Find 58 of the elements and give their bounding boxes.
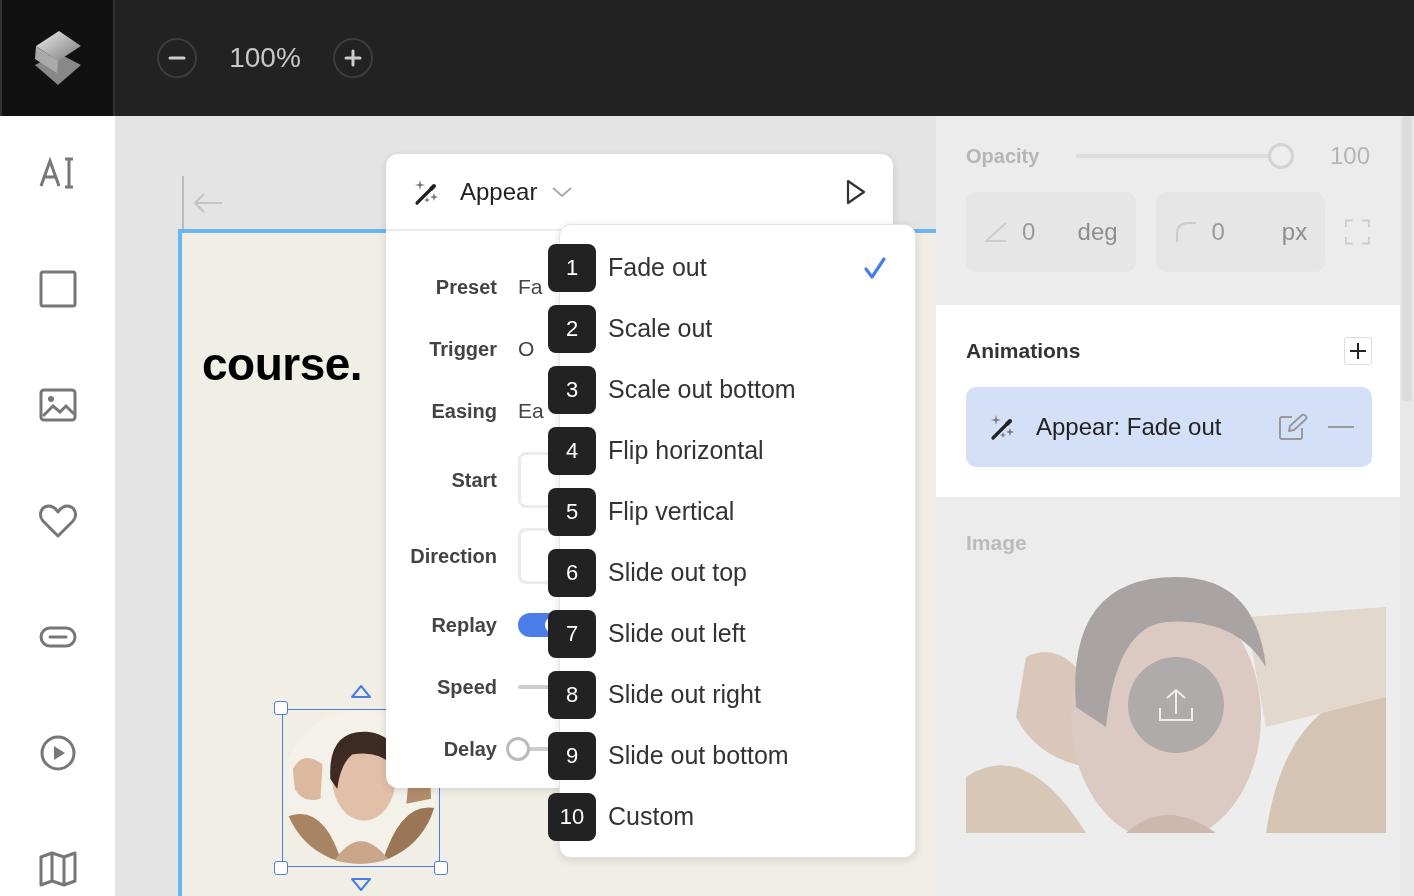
shortcut-number: 5 <box>548 487 596 536</box>
zoom-out-button[interactable] <box>157 38 197 78</box>
shortcut-number: 4 <box>548 426 596 475</box>
field-label: Speed <box>435 675 497 699</box>
field-label: Direction <box>409 544 497 568</box>
shortcut-number: 9 <box>548 731 596 780</box>
menu-item[interactable]: 1 Fade out <box>542 237 915 298</box>
check-icon <box>863 255 887 280</box>
select-value[interactable]: O <box>518 337 535 360</box>
menu-item[interactable]: 2 Scale out <box>542 298 915 359</box>
chevron-down-icon <box>551 185 574 198</box>
field-label: Easing <box>430 399 497 423</box>
angle-icon <box>984 220 1008 244</box>
shortcut-number: 1 <box>548 243 596 292</box>
menu-item[interactable]: 8 Slide out right <box>542 664 915 725</box>
resize-handle[interactable] <box>274 861 288 875</box>
shortcut-number: 2 <box>548 304 596 353</box>
shortcut-number: 8 <box>548 670 596 719</box>
heading: course. <box>202 337 363 391</box>
arrow-left-icon <box>182 176 224 232</box>
minus-icon <box>168 56 186 60</box>
menu-item[interactable]: 7 Slide out left <box>542 603 915 664</box>
animation-label: Appear: Fade out <box>1036 413 1223 441</box>
plus-icon <box>1349 342 1367 360</box>
menu-item[interactable]: 10 Custom <box>542 786 915 847</box>
shortcut-number: 6 <box>548 548 596 597</box>
logo-icon[interactable] <box>32 29 83 87</box>
corner-radius-icon <box>1173 220 1198 244</box>
upload-icon <box>1158 688 1194 722</box>
select-value[interactable]: Fa <box>518 275 543 298</box>
shortcut-number: 10 <box>548 792 596 841</box>
shortcut-number: 7 <box>548 609 596 658</box>
section-title: Animations <box>966 339 1081 363</box>
resize-handle[interactable] <box>434 861 448 875</box>
resize-handle[interactable] <box>274 701 288 715</box>
field-label: Delay <box>442 737 497 761</box>
field-label: Start <box>450 468 497 492</box>
map-icon[interactable] <box>37 849 78 889</box>
select-value[interactable]: Ea <box>518 399 544 422</box>
field-label: Preset <box>434 275 497 299</box>
triangle-down-icon[interactable] <box>350 877 372 893</box>
shortcut-number: 3 <box>548 365 596 414</box>
field-label: Replay <box>430 613 497 637</box>
menu-item[interactable]: 9 Slide out bottom <box>542 725 915 786</box>
triangle-up-icon[interactable] <box>350 683 372 699</box>
menu-item[interactable]: 6 Slide out top <box>542 542 915 603</box>
field-label: Trigger <box>428 337 497 361</box>
slider-thumb[interactable] <box>506 737 530 761</box>
menu-item[interactable]: 5 Flip vertical <box>542 481 915 542</box>
rectangle-tool-icon[interactable] <box>37 269 78 309</box>
scrollbar[interactable] <box>1400 116 1414 896</box>
zoom-level: 100% <box>228 42 302 74</box>
play-icon[interactable] <box>845 178 867 205</box>
zoom-in-button[interactable] <box>333 38 373 78</box>
add-button[interactable] <box>1344 337 1372 365</box>
menu-item[interactable]: 4 Flip horizontal <box>542 420 915 481</box>
animation-type-dropdown[interactable]: Appear <box>460 177 574 206</box>
plus-icon <box>343 48 363 68</box>
